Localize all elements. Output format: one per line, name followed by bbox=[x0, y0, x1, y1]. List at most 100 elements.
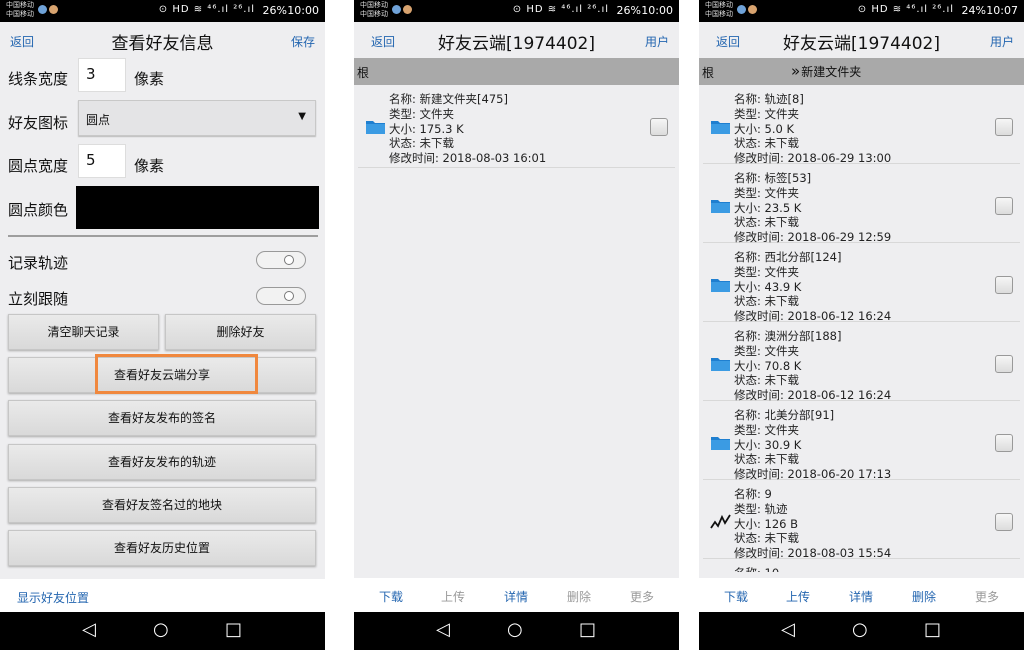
file-name: 名称: 标签[53] bbox=[734, 171, 812, 185]
carrier-text: 中国移动 中国移动 bbox=[6, 1, 34, 18]
file-type: 类型: 文件夹 bbox=[734, 343, 800, 358]
icon-select-value: 圆点 bbox=[86, 113, 111, 127]
breadcrumb-folder[interactable]: »新建文件夹 bbox=[791, 62, 861, 80]
view-history-button[interactable]: 查看好友历史位置 bbox=[8, 530, 316, 566]
page-title: 好友云端[1974402] bbox=[438, 34, 595, 54]
select-checkbox[interactable] bbox=[995, 355, 1013, 373]
file-row[interactable]: 名称: 10 bbox=[703, 560, 1020, 572]
view-signed-plots-button[interactable]: 查看好友签名过的地块 bbox=[8, 487, 316, 523]
line-width-label: 线条宽度 bbox=[8, 70, 69, 88]
chevron-right-icon: » bbox=[791, 62, 801, 80]
highlight-box bbox=[95, 354, 258, 394]
save-button[interactable]: 保存 bbox=[291, 33, 315, 50]
signal-icons: ⊙ HD ≋ ⁴⁶.ıl ²⁶.ıl bbox=[158, 4, 255, 15]
select-checkbox[interactable] bbox=[995, 434, 1013, 452]
file-row[interactable]: 名称: 新建文件夹[475] 类型: 文件夹 大小: 175.3 K 状态: 未下载修… bbox=[358, 86, 675, 168]
more-button[interactable]: 更多 bbox=[967, 588, 1007, 605]
file-size: 大小: 43.9 K bbox=[734, 279, 802, 294]
file-row[interactable]: 名称: 西北分部[124] 类型: 文件夹 大小: 43.9 K 状态: 未下载 修改时… bbox=[703, 244, 1020, 323]
details-button[interactable]: 详情 bbox=[496, 588, 536, 605]
file-size: 大小: 23.5 K bbox=[734, 200, 802, 215]
select-checkbox[interactable] bbox=[995, 276, 1013, 294]
folder-icon bbox=[710, 118, 731, 135]
upload-button[interactable]: 上传 bbox=[778, 588, 818, 605]
home-nav-icon[interactable]: ○ bbox=[153, 621, 169, 639]
record-track-label: 记录轨迹 bbox=[8, 254, 69, 272]
clear-chat-button[interactable]: 清空聊天记录 bbox=[8, 314, 159, 350]
user-button[interactable]: 用户 bbox=[990, 33, 1014, 50]
upload-button[interactable]: 上传 bbox=[433, 588, 473, 605]
divider bbox=[8, 235, 318, 237]
file-name: 名称: 澳洲分部[188] bbox=[734, 329, 842, 343]
dot-width-input[interactable]: 5 bbox=[78, 144, 126, 178]
file-type: 类型: 轨迹 bbox=[734, 501, 788, 516]
breadcrumb: 根 »新建文件夹 bbox=[699, 58, 1024, 85]
status-bar: 中国移动 中国移动 ⊙ HD ≋ ⁴⁶.ıl ²⁶.ıl 26% 10:00 bbox=[0, 0, 325, 22]
view-tracks-button[interactable]: 查看好友发布的轨迹 bbox=[8, 444, 316, 480]
file-info: 名称: 北美分部[91] 类型: 文件夹 大小: 30.9 K 状态: 未下载 修改时间… bbox=[734, 408, 891, 482]
folder-icon bbox=[365, 118, 386, 135]
back-nav-icon[interactable]: ◁ bbox=[436, 621, 450, 639]
select-checkbox[interactable] bbox=[650, 118, 668, 136]
file-row[interactable]: 名称: 北美分部[91] 类型: 文件夹 大小: 30.9 K 状态: 未下载 修改时间… bbox=[703, 402, 1020, 482]
file-name: 名称: 西北分部[124] bbox=[734, 250, 842, 264]
recents-nav-icon[interactable]: □ bbox=[225, 621, 242, 639]
file-name: 名称: 新建文件夹[475] bbox=[389, 92, 508, 106]
download-button[interactable]: 下载 bbox=[371, 588, 411, 605]
file-info: 名称: 9 类型: 轨迹 大小: 126 B 状态: 未下载 修改时间: 2018-08… bbox=[734, 487, 891, 561]
show-position-link[interactable]: 显示好友位置 bbox=[17, 589, 89, 606]
file-status: 状态: 未下载 bbox=[734, 452, 800, 467]
line-width-unit: 像素 bbox=[134, 70, 165, 88]
follow-toggle[interactable] bbox=[256, 287, 306, 305]
select-checkbox[interactable] bbox=[995, 118, 1013, 136]
status-bar: 中国移动 中国移动 ⊙ HD ≋ ⁴⁶.ıl ²⁶.ıl 24% 10:07 bbox=[699, 0, 1024, 22]
dot-width-unit: 像素 bbox=[134, 157, 165, 175]
file-modified: 修改时间: 2018-06-20 17:13 bbox=[734, 467, 892, 482]
more-button[interactable]: 更多 bbox=[622, 588, 662, 605]
toggle-knob bbox=[284, 291, 294, 301]
user-button[interactable]: 用户 bbox=[645, 33, 669, 50]
clock: 10:00 bbox=[287, 4, 319, 17]
view-signatures-button[interactable]: 查看好友发布的签名 bbox=[8, 400, 316, 436]
follow-label: 立刻跟随 bbox=[8, 290, 69, 308]
file-info: 名称: 标签[53] 类型: 文件夹 大小: 23.5 K 状态: 未下载 修改时间: … bbox=[734, 171, 891, 245]
file-info: 名称: 10 bbox=[734, 566, 779, 572]
dot-color-swatch[interactable] bbox=[76, 186, 319, 229]
delete-button[interactable]: 删除 bbox=[559, 588, 599, 605]
select-checkbox[interactable] bbox=[995, 197, 1013, 215]
recents-nav-icon[interactable]: □ bbox=[924, 621, 941, 639]
file-size: 大小: 30.9 K bbox=[734, 437, 802, 452]
breadcrumb-root[interactable]: 根 bbox=[702, 64, 714, 81]
file-status: 状态: 未下载 bbox=[389, 136, 455, 151]
title-bar: 返回 好友云端[1974402] 用户 bbox=[354, 22, 679, 57]
icon-select[interactable]: 圆点 ▼ bbox=[78, 100, 316, 136]
folder-icon bbox=[710, 197, 731, 214]
home-nav-icon[interactable]: ○ bbox=[507, 621, 523, 639]
details-button[interactable]: 详情 bbox=[841, 588, 881, 605]
delete-button[interactable]: 删除 bbox=[904, 588, 944, 605]
delete-friend-button[interactable]: 删除好友 bbox=[165, 314, 316, 350]
breadcrumb-root[interactable]: 根 bbox=[357, 64, 369, 81]
file-row[interactable]: 名称: 9 类型: 轨迹 大小: 126 B 状态: 未下载 修改时间: 2018-08… bbox=[703, 481, 1020, 561]
download-button[interactable]: 下载 bbox=[716, 588, 756, 605]
file-row[interactable]: 名称: 澳洲分部[188] 类型: 文件夹 大小: 70.8 K 状态: 未下载 修改时… bbox=[703, 323, 1020, 402]
recents-nav-icon[interactable]: □ bbox=[579, 621, 596, 639]
battery-level: 24% bbox=[961, 4, 986, 17]
file-list: 名称: 轨迹[8] 类型: 文件夹 大小: 5.0 K 状态: 未下载 修改时间: 20… bbox=[699, 86, 1024, 572]
home-nav-icon[interactable]: ○ bbox=[852, 621, 868, 639]
file-size: 大小: 5.0 K bbox=[734, 121, 795, 136]
file-row[interactable]: 名称: 轨迹[8] 类型: 文件夹 大小: 5.0 K 状态: 未下载 修改时间: 20… bbox=[703, 86, 1020, 165]
back-nav-icon[interactable]: ◁ bbox=[82, 621, 96, 639]
back-nav-icon[interactable]: ◁ bbox=[781, 621, 795, 639]
file-row[interactable]: 名称: 标签[53] 类型: 文件夹 大小: 23.5 K 状态: 未下载 修改时间: … bbox=[703, 165, 1020, 245]
file-status: 状态: 未下载 bbox=[734, 136, 800, 151]
carrier-text: 中国移动 中国移动 bbox=[360, 1, 388, 18]
file-modified: 修改时间: 2018-08-03 16:01 bbox=[389, 151, 547, 166]
breadcrumb: 根 bbox=[354, 58, 679, 85]
select-checkbox[interactable] bbox=[995, 513, 1013, 531]
file-name: 名称: 北美分部[91] bbox=[734, 408, 835, 422]
record-track-toggle[interactable] bbox=[256, 251, 306, 269]
file-size: 大小: 175.3 K bbox=[389, 121, 464, 136]
folder-icon bbox=[710, 276, 731, 293]
line-width-input[interactable]: 3 bbox=[78, 58, 126, 92]
